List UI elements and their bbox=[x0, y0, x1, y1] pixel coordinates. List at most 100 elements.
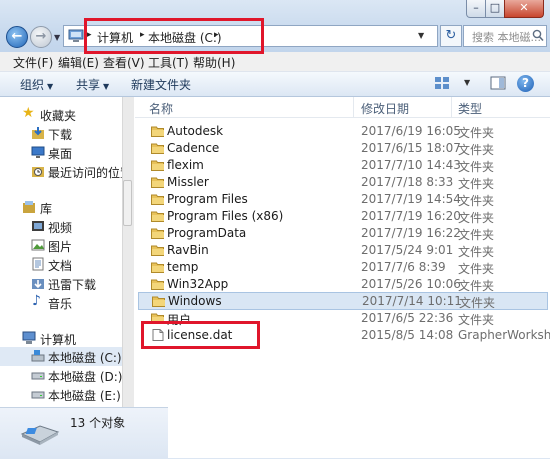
recent-pages-dropdown-icon[interactable]: ▼ bbox=[54, 33, 60, 42]
file-date: 2017/6/5 22:36 bbox=[361, 311, 454, 325]
file-date: 2017/7/14 10:11 bbox=[362, 294, 462, 308]
forward-arrow-icon: → bbox=[35, 29, 47, 44]
file-date: 2017/7/19 14:54 bbox=[361, 192, 461, 206]
nav-computer-label: 计算机 bbox=[40, 333, 77, 347]
folder-icon bbox=[151, 228, 164, 239]
refresh-icon: ↻ bbox=[445, 28, 457, 43]
nav-item-label: 桌面 bbox=[48, 147, 73, 161]
star-icon: ★ bbox=[22, 105, 35, 121]
minimize-button[interactable]: – bbox=[466, 0, 486, 18]
help-icon[interactable]: ? bbox=[517, 75, 534, 92]
nav-item-documents[interactable]: 文档 bbox=[0, 255, 122, 274]
maximize-button[interactable]: □ bbox=[485, 0, 505, 18]
search-icon bbox=[532, 29, 544, 42]
file-date: 2017/6/15 18:07 bbox=[361, 141, 461, 155]
address-dropdown-icon[interactable]: ▼ bbox=[418, 31, 424, 40]
downloads-folder-icon bbox=[32, 127, 44, 139]
close-button[interactable]: ✕ bbox=[504, 0, 544, 18]
list-item[interactable]: Missler 2017/7/18 8:33 文件夹 bbox=[138, 174, 548, 191]
title-bar: – □ ✕ ← → ▼ ▸ 计算机 ▸ 本地磁盘 (C:) ▸ ▼ ↻ 搜索 本… bbox=[0, 0, 550, 52]
computer-icon bbox=[68, 29, 84, 42]
column-date-modified[interactable]: 修改日期 bbox=[361, 100, 409, 117]
blank-overlay bbox=[168, 362, 550, 458]
nav-item-recent-places[interactable]: 最近访问的位置 bbox=[0, 162, 132, 181]
nav-favorites-label: 收藏夹 bbox=[40, 109, 77, 123]
nav-item-label: 本地磁盘 (D:) bbox=[48, 370, 123, 384]
folder-icon bbox=[151, 245, 164, 256]
file-type: 文件夹 bbox=[459, 296, 496, 310]
nav-item-local-disk-c[interactable]: 本地磁盘 (C:) bbox=[0, 347, 122, 366]
folder-icon bbox=[151, 211, 164, 222]
list-item[interactable]: Win32App 2017/5/26 10:06 文件夹 bbox=[138, 276, 548, 293]
back-button[interactable]: ← bbox=[6, 26, 28, 48]
file-name: Autodesk bbox=[167, 124, 224, 138]
computer-icon bbox=[22, 331, 36, 344]
preview-pane-icon[interactable] bbox=[490, 76, 506, 90]
system-drive-icon bbox=[31, 350, 45, 362]
list-item[interactable]: RavBin 2017/5/24 9:01 文件夹 bbox=[138, 242, 548, 259]
file-type: 文件夹 bbox=[458, 126, 495, 140]
nav-item-label: 音乐 bbox=[48, 297, 73, 311]
navigation-pane: ★ 收藏夹 下载 桌面 最近访问的位置 库 视频 图片 文档 迅雷下载 ♪ 音乐… bbox=[0, 97, 134, 407]
nav-scrollbar[interactable] bbox=[122, 97, 134, 407]
nav-item-pictures[interactable]: 图片 bbox=[0, 236, 122, 255]
nav-scrollbar-thumb[interactable] bbox=[123, 180, 132, 226]
list-item-selected[interactable]: Windows 2017/7/14 10:11 文件夹 bbox=[138, 292, 548, 310]
menu-edit[interactable]: 编辑(E) bbox=[58, 54, 99, 71]
nav-item-label: 视频 bbox=[48, 221, 73, 235]
command-toolbar: 组织 ▼ 共享 ▼ 新建文件夹 ▼ ? bbox=[0, 72, 550, 97]
file-type: 文件夹 bbox=[458, 313, 495, 327]
chevron-down-icon: ▼ bbox=[103, 82, 110, 91]
file-type: 文件夹 bbox=[458, 228, 495, 242]
list-item[interactable]: Program Files 2017/7/19 14:54 文件夹 bbox=[138, 191, 548, 208]
list-item[interactable]: ProgramData 2017/7/19 16:22 文件夹 bbox=[138, 225, 548, 242]
nav-item-label: 下载 bbox=[48, 128, 73, 142]
share-label: 共享 bbox=[76, 78, 101, 92]
nav-item-local-disk-e[interactable]: 本地磁盘 (E:) bbox=[0, 385, 122, 404]
drive-icon bbox=[31, 391, 45, 399]
file-name: Program Files bbox=[167, 192, 248, 206]
nav-item-downloads[interactable]: 下载 bbox=[0, 124, 122, 143]
file-type: 文件夹 bbox=[458, 160, 495, 174]
nav-item-videos[interactable]: 视频 bbox=[0, 217, 122, 236]
file-type: 文件夹 bbox=[458, 262, 495, 276]
drive-icon bbox=[31, 372, 45, 380]
file-date: 2017/7/19 16:22 bbox=[361, 226, 461, 240]
list-item[interactable]: Autodesk 2017/6/19 16:05 文件夹 bbox=[138, 123, 548, 140]
back-arrow-icon: ← bbox=[11, 29, 23, 44]
organize-button[interactable]: 组织 ▼ bbox=[20, 76, 53, 93]
forward-button[interactable]: → bbox=[30, 26, 52, 48]
column-divider[interactable] bbox=[353, 97, 354, 117]
change-view-icon[interactable] bbox=[434, 76, 450, 90]
search-input[interactable]: 搜索 本地磁... bbox=[463, 25, 547, 47]
file-name: Missler bbox=[167, 175, 209, 189]
list-item[interactable]: Program Files (x86) 2017/7/19 16:20 文件夹 bbox=[138, 208, 548, 225]
column-type[interactable]: 类型 bbox=[458, 100, 482, 117]
nav-item-label: 迅雷下载 bbox=[48, 278, 97, 292]
nav-item-desktop[interactable]: 桌面 bbox=[0, 143, 122, 162]
nav-libraries[interactable]: 库 bbox=[0, 198, 122, 217]
nav-favorites[interactable]: ★ 收藏夹 bbox=[0, 105, 122, 124]
menu-tools[interactable]: 工具(T) bbox=[148, 54, 189, 71]
nav-item-xunlei-downloads[interactable]: 迅雷下载 bbox=[0, 274, 122, 293]
file-name: ProgramData bbox=[167, 226, 247, 240]
system-drive-icon bbox=[20, 425, 60, 445]
share-button[interactable]: 共享 ▼ bbox=[76, 76, 109, 93]
nav-item-local-disk-d[interactable]: 本地磁盘 (D:) bbox=[0, 366, 122, 385]
list-item[interactable]: flexim 2017/7/10 14:43 文件夹 bbox=[138, 157, 548, 174]
new-folder-button[interactable]: 新建文件夹 bbox=[131, 76, 191, 93]
nav-computer[interactable]: 计算机 bbox=[0, 329, 122, 348]
column-name[interactable]: 名称 bbox=[149, 100, 173, 117]
list-item[interactable]: Cadence 2017/6/15 18:07 文件夹 bbox=[138, 140, 548, 157]
refresh-button[interactable]: ↻ bbox=[440, 25, 462, 47]
menu-file[interactable]: 文件(F) bbox=[13, 54, 53, 71]
menu-view[interactable]: 查看(V) bbox=[103, 54, 145, 71]
music-icon: ♪ bbox=[32, 293, 41, 309]
column-divider[interactable] bbox=[451, 97, 452, 117]
view-options-dropdown-icon[interactable]: ▼ bbox=[464, 78, 470, 87]
list-item[interactable]: temp 2017/7/6 8:39 文件夹 bbox=[138, 259, 548, 276]
nav-item-music[interactable]: ♪ 音乐 bbox=[0, 293, 122, 312]
file-name: RavBin bbox=[167, 243, 209, 257]
file-date: 2017/7/18 8:33 bbox=[361, 175, 454, 189]
menu-help[interactable]: 帮助(H) bbox=[193, 54, 235, 71]
